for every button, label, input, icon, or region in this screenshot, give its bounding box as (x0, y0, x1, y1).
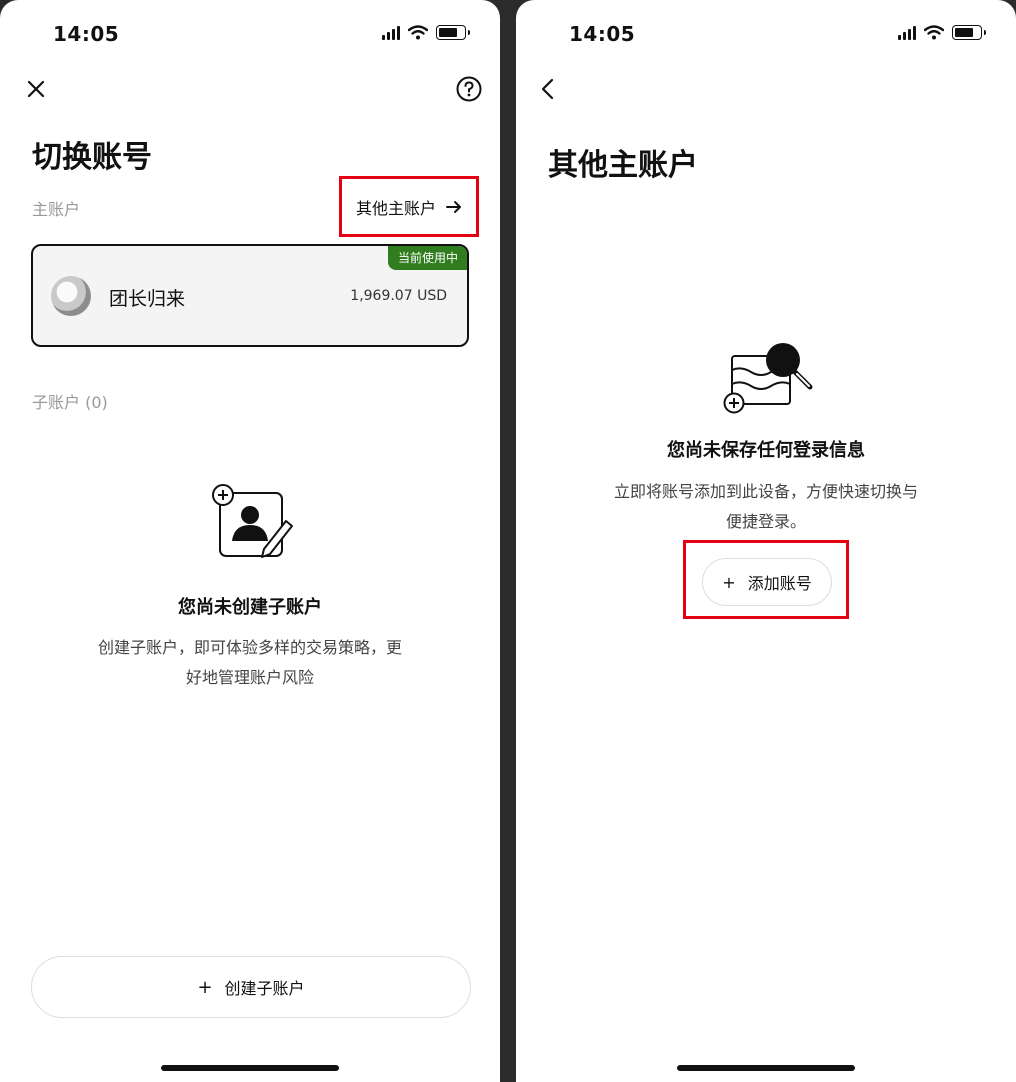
empty-login-description: 立即将账号添加到此设备，方便快速切换与 便捷登录。 (613, 482, 918, 531)
status-icons (898, 24, 986, 40)
status-time: 14:05 (569, 22, 636, 46)
other-main-accounts-link[interactable]: 其他主账户 (339, 176, 479, 237)
help-icon[interactable] (453, 73, 485, 105)
status-icons (382, 24, 470, 40)
sub-accounts-label: 子账户 (0) (32, 393, 108, 412)
account-name: 团长归来 (109, 288, 186, 310)
home-indicator (161, 1065, 339, 1071)
main-accounts-label: 主账户 (32, 200, 81, 219)
create-subaccount-button[interactable]: + 创建子账户 (31, 956, 471, 1018)
status-time: 14:05 (53, 22, 120, 46)
back-icon[interactable] (532, 73, 564, 105)
other-main-accounts-label: 其他主账户 (355, 198, 436, 218)
switch-account-screen: 14:05 切换账号 主账户 其他主账户 当前使用中 团长归来 1,969.07… (0, 0, 500, 1082)
create-subaccount-label: 创建子账户 (224, 979, 305, 998)
home-indicator (677, 1065, 855, 1071)
current-account-badge: 当前使用中 (387, 246, 467, 270)
empty-subaccount-description: 创建子账户，即可体验多样的交易策略，更 好地管理账户风险 (97, 638, 402, 687)
arrow-right-icon (446, 200, 461, 213)
page-title: 其他主账户 (548, 148, 698, 183)
battery-icon (952, 24, 986, 40)
avatar (51, 276, 91, 316)
empty-subaccount-title: 您尚未创建子账户 (178, 597, 322, 618)
battery-icon (436, 24, 470, 40)
close-icon[interactable] (20, 73, 52, 105)
wifi-icon (924, 24, 944, 39)
signal-icon (898, 24, 916, 40)
account-balance: 1,969.07 USD (350, 288, 447, 304)
page-title: 切换账号 (32, 140, 152, 175)
empty-login-title: 您尚未保存任何登录信息 (667, 440, 865, 461)
signal-icon (382, 24, 400, 40)
add-subaccount-illustration (212, 484, 293, 558)
account-card[interactable]: 当前使用中 团长归来 1,969.07 USD (31, 244, 469, 347)
search-wallet-illustration (723, 343, 813, 414)
plus-icon: + (197, 976, 213, 998)
wifi-icon (408, 24, 428, 39)
highlight-box (683, 540, 849, 619)
